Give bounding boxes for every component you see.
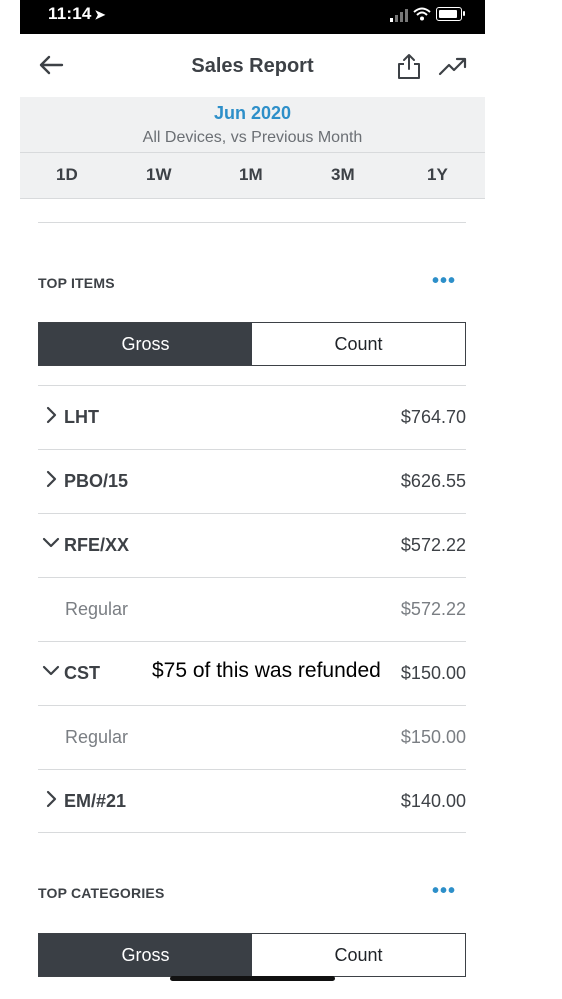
item-amount: $626.55	[400, 471, 466, 491]
range-tab-1d[interactable]: 1D	[56, 165, 78, 185]
home-indicator[interactable]	[170, 976, 335, 981]
item-name: EM/#21	[64, 791, 127, 811]
list-item[interactable]: EM/#21 $140.00	[38, 769, 466, 832]
item-amount: $150.00	[400, 663, 466, 683]
item-name: CST	[64, 663, 100, 683]
chevron-right-icon	[46, 790, 57, 808]
range-tab-1y[interactable]: 1Y	[427, 165, 448, 185]
variant-name: Regular	[65, 727, 129, 747]
annotation-text: $75 of this was refunded	[152, 659, 381, 682]
item-name: LHT	[64, 407, 99, 427]
top-categories-more-button[interactable]: •••	[432, 880, 456, 903]
wifi-icon	[413, 7, 431, 21]
app-screen: 11:14 ➤ Sales Report Jun 2020 All Device…	[20, 0, 485, 999]
top-items-toggle: Gross Count	[38, 322, 466, 366]
battery-icon	[436, 7, 462, 21]
location-arrow-icon: ➤	[94, 7, 106, 22]
chevron-right-icon	[46, 470, 57, 488]
item-amount: $764.70	[400, 407, 466, 427]
period-selector: Jun 2020 All Devices, vs Previous Month …	[20, 97, 485, 199]
item-amount: $572.22	[400, 535, 466, 555]
gross-toggle-button[interactable]: Gross	[39, 323, 252, 365]
list-item[interactable]: RFE/XX $572.22	[38, 513, 466, 576]
trend-icon[interactable]	[438, 54, 468, 78]
item-amount: $140.00	[400, 791, 466, 811]
chevron-right-icon	[46, 406, 57, 424]
chevron-down-icon	[42, 537, 60, 548]
status-time: 11:14 ➤	[48, 4, 106, 23]
status-bar: 11:14 ➤	[20, 0, 485, 34]
gross-toggle-button[interactable]: Gross	[39, 934, 252, 976]
chevron-down-icon	[42, 665, 60, 676]
range-tab-3m[interactable]: 3M	[331, 165, 355, 185]
list-item[interactable]: PBO/15 $626.55	[38, 449, 466, 512]
variant-amount: $572.22	[400, 599, 466, 619]
app-header: Sales Report	[20, 34, 485, 98]
share-icon[interactable]	[396, 52, 422, 80]
divider	[20, 152, 485, 153]
top-items-more-button[interactable]: •••	[432, 270, 456, 293]
divider	[38, 832, 466, 833]
count-toggle-button[interactable]: Count	[252, 934, 465, 976]
signal-icon	[390, 9, 408, 22]
variant-name: Regular	[65, 599, 129, 619]
list-subitem: Regular $150.00	[38, 705, 466, 768]
range-tab-1m[interactable]: 1M	[239, 165, 263, 185]
variant-amount: $150.00	[400, 727, 466, 747]
top-categories-title: TOP CATEGORIES	[38, 885, 165, 901]
top-categories-toggle: Gross Count	[38, 933, 466, 977]
top-items-title: TOP ITEMS	[38, 275, 115, 291]
period-subtitle: All Devices, vs Previous Month	[142, 129, 363, 146]
period-label[interactable]: Jun 2020	[20, 103, 485, 124]
range-tab-1w[interactable]: 1W	[146, 165, 172, 185]
item-name: PBO/15	[64, 471, 129, 491]
list-item[interactable]: LHT $764.70	[38, 385, 466, 448]
count-toggle-button[interactable]: Count	[252, 323, 465, 365]
divider	[38, 222, 466, 223]
list-subitem: Regular $572.22	[38, 577, 466, 640]
item-name: RFE/XX	[64, 535, 130, 555]
battery-tip	[463, 11, 465, 16]
